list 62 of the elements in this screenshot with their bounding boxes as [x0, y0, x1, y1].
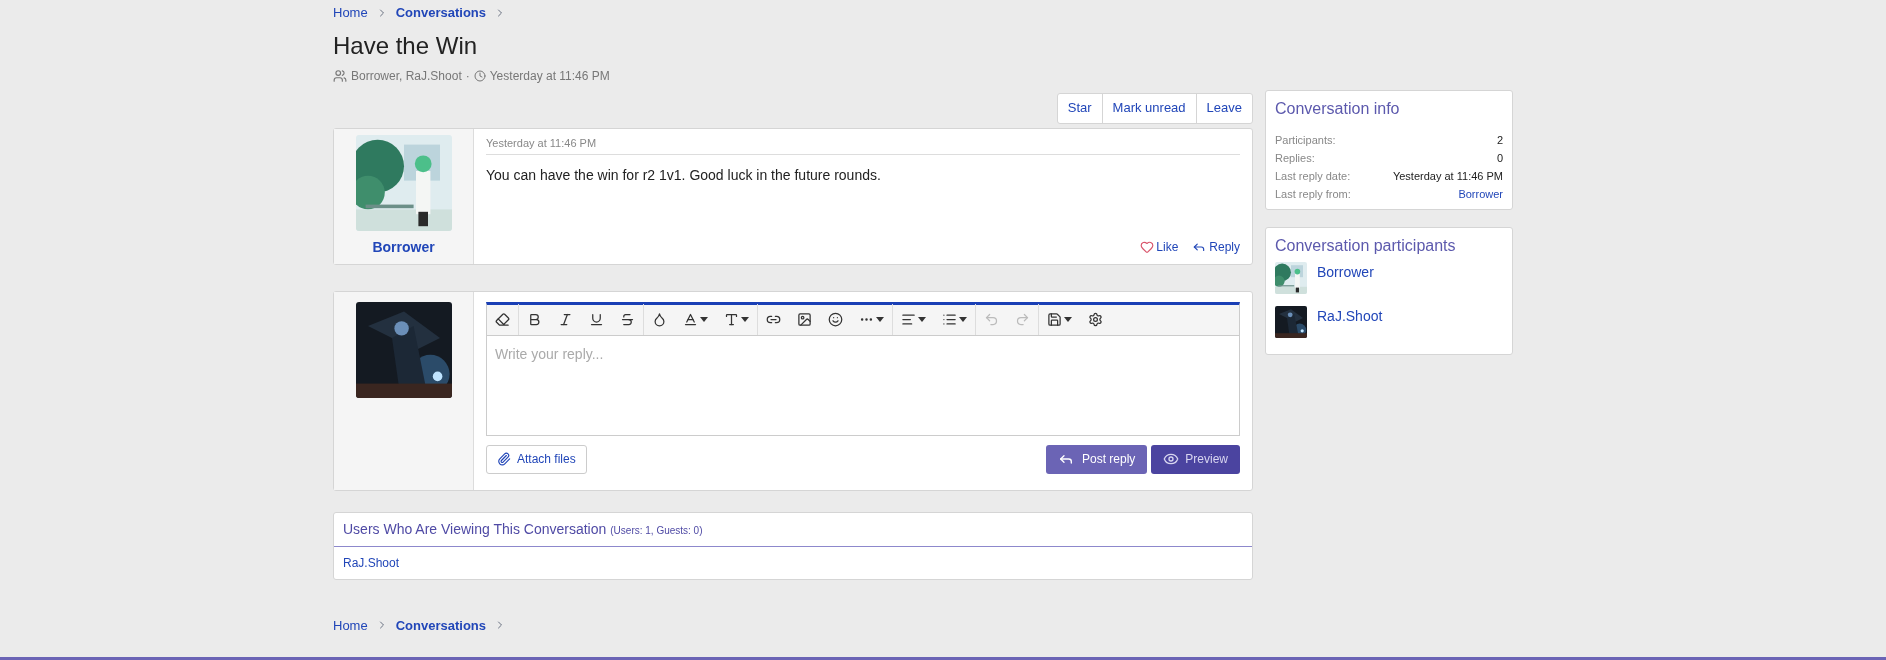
size-icon	[724, 312, 739, 327]
clock-icon	[473, 69, 486, 82]
page-title: Have the Win	[333, 30, 479, 61]
caret-icon	[700, 317, 708, 322]
reply-link[interactable]: Reply	[1192, 237, 1240, 256]
breadcrumb-link[interactable]: Conversations	[395, 615, 486, 635]
message-text: You can have the win for r2 1v1. Good luck in the future rounds.	[486, 166, 882, 185]
redo-icon	[1015, 312, 1030, 327]
list-icon	[942, 312, 957, 327]
date-text: Yesterday at 11:46 PM	[489, 67, 610, 85]
action-button[interactable]: Leave	[1195, 93, 1252, 123]
users-icon	[333, 68, 347, 83]
info-label: Last reply date:	[1275, 169, 1351, 184]
info-value: 2	[1496, 133, 1503, 148]
caret-icon	[959, 317, 967, 322]
caret-icon	[741, 317, 749, 322]
save-icon	[1047, 312, 1062, 327]
bold-icon	[527, 312, 542, 327]
undo-icon	[984, 312, 999, 327]
author-link[interactable]: Borrower	[372, 236, 435, 258]
info-value[interactable]: Borrower	[1458, 185, 1503, 203]
separator-text: ·	[465, 67, 470, 85]
info-label: Participants:	[1275, 133, 1336, 148]
participants-text: Borrower, RaJ.Shoot	[351, 67, 462, 85]
participant-link[interactable]: RaJ.Shoot	[1317, 306, 1383, 327]
post-reply-button[interactable]: Post reply	[1045, 444, 1148, 474]
image-icon	[797, 312, 812, 327]
paperclip-icon	[497, 452, 511, 466]
info-label: Last reply from:	[1275, 187, 1351, 202]
breadcrumb-link[interactable]: Home	[333, 615, 368, 635]
preview-button[interactable]: Preview	[1151, 444, 1240, 474]
caret-icon	[918, 317, 926, 322]
align-icon	[901, 312, 916, 327]
viewers-counts: (Users: 1, Guests: 0)	[610, 523, 703, 538]
info-label: Replies:	[1275, 151, 1315, 166]
action-button[interactable]: Mark unread	[1101, 93, 1196, 123]
info-title: Conversation info	[1275, 99, 1401, 119]
post-date: Yesterday at 11:46 PM	[486, 134, 1240, 155]
info-value: 0	[1496, 151, 1503, 166]
reply-field[interactable]: Write your reply...	[486, 335, 1240, 436]
heart-icon	[1140, 239, 1155, 254]
smilie-icon	[828, 312, 843, 327]
viewers-title: Users Who Are Viewing This Conversation	[343, 519, 607, 539]
like-link[interactable]: Like	[1140, 237, 1179, 256]
participants-title: Conversation participants	[1275, 236, 1457, 256]
strike-icon	[620, 312, 635, 327]
caret-icon	[876, 317, 884, 322]
font-icon	[683, 312, 698, 327]
eye-icon	[1163, 451, 1180, 467]
action-button[interactable]: Star	[1057, 93, 1102, 123]
attach-files-button[interactable]: Attach files	[486, 444, 587, 474]
viewer-link[interactable]: RaJ.Shoot	[343, 555, 400, 570]
settings-icon	[1088, 312, 1103, 327]
breadcrumb-link[interactable]: Home	[333, 3, 368, 23]
participant-link[interactable]: Borrower	[1317, 262, 1374, 283]
italic-icon	[558, 312, 573, 327]
eraser-icon	[495, 312, 510, 327]
breadcrumb-link[interactable]: Conversations	[395, 3, 486, 23]
underline-icon	[589, 312, 604, 327]
color-icon	[652, 312, 667, 327]
caret-icon	[1064, 317, 1072, 322]
info-value: Yesterday at 11:46 PM	[1392, 169, 1503, 184]
